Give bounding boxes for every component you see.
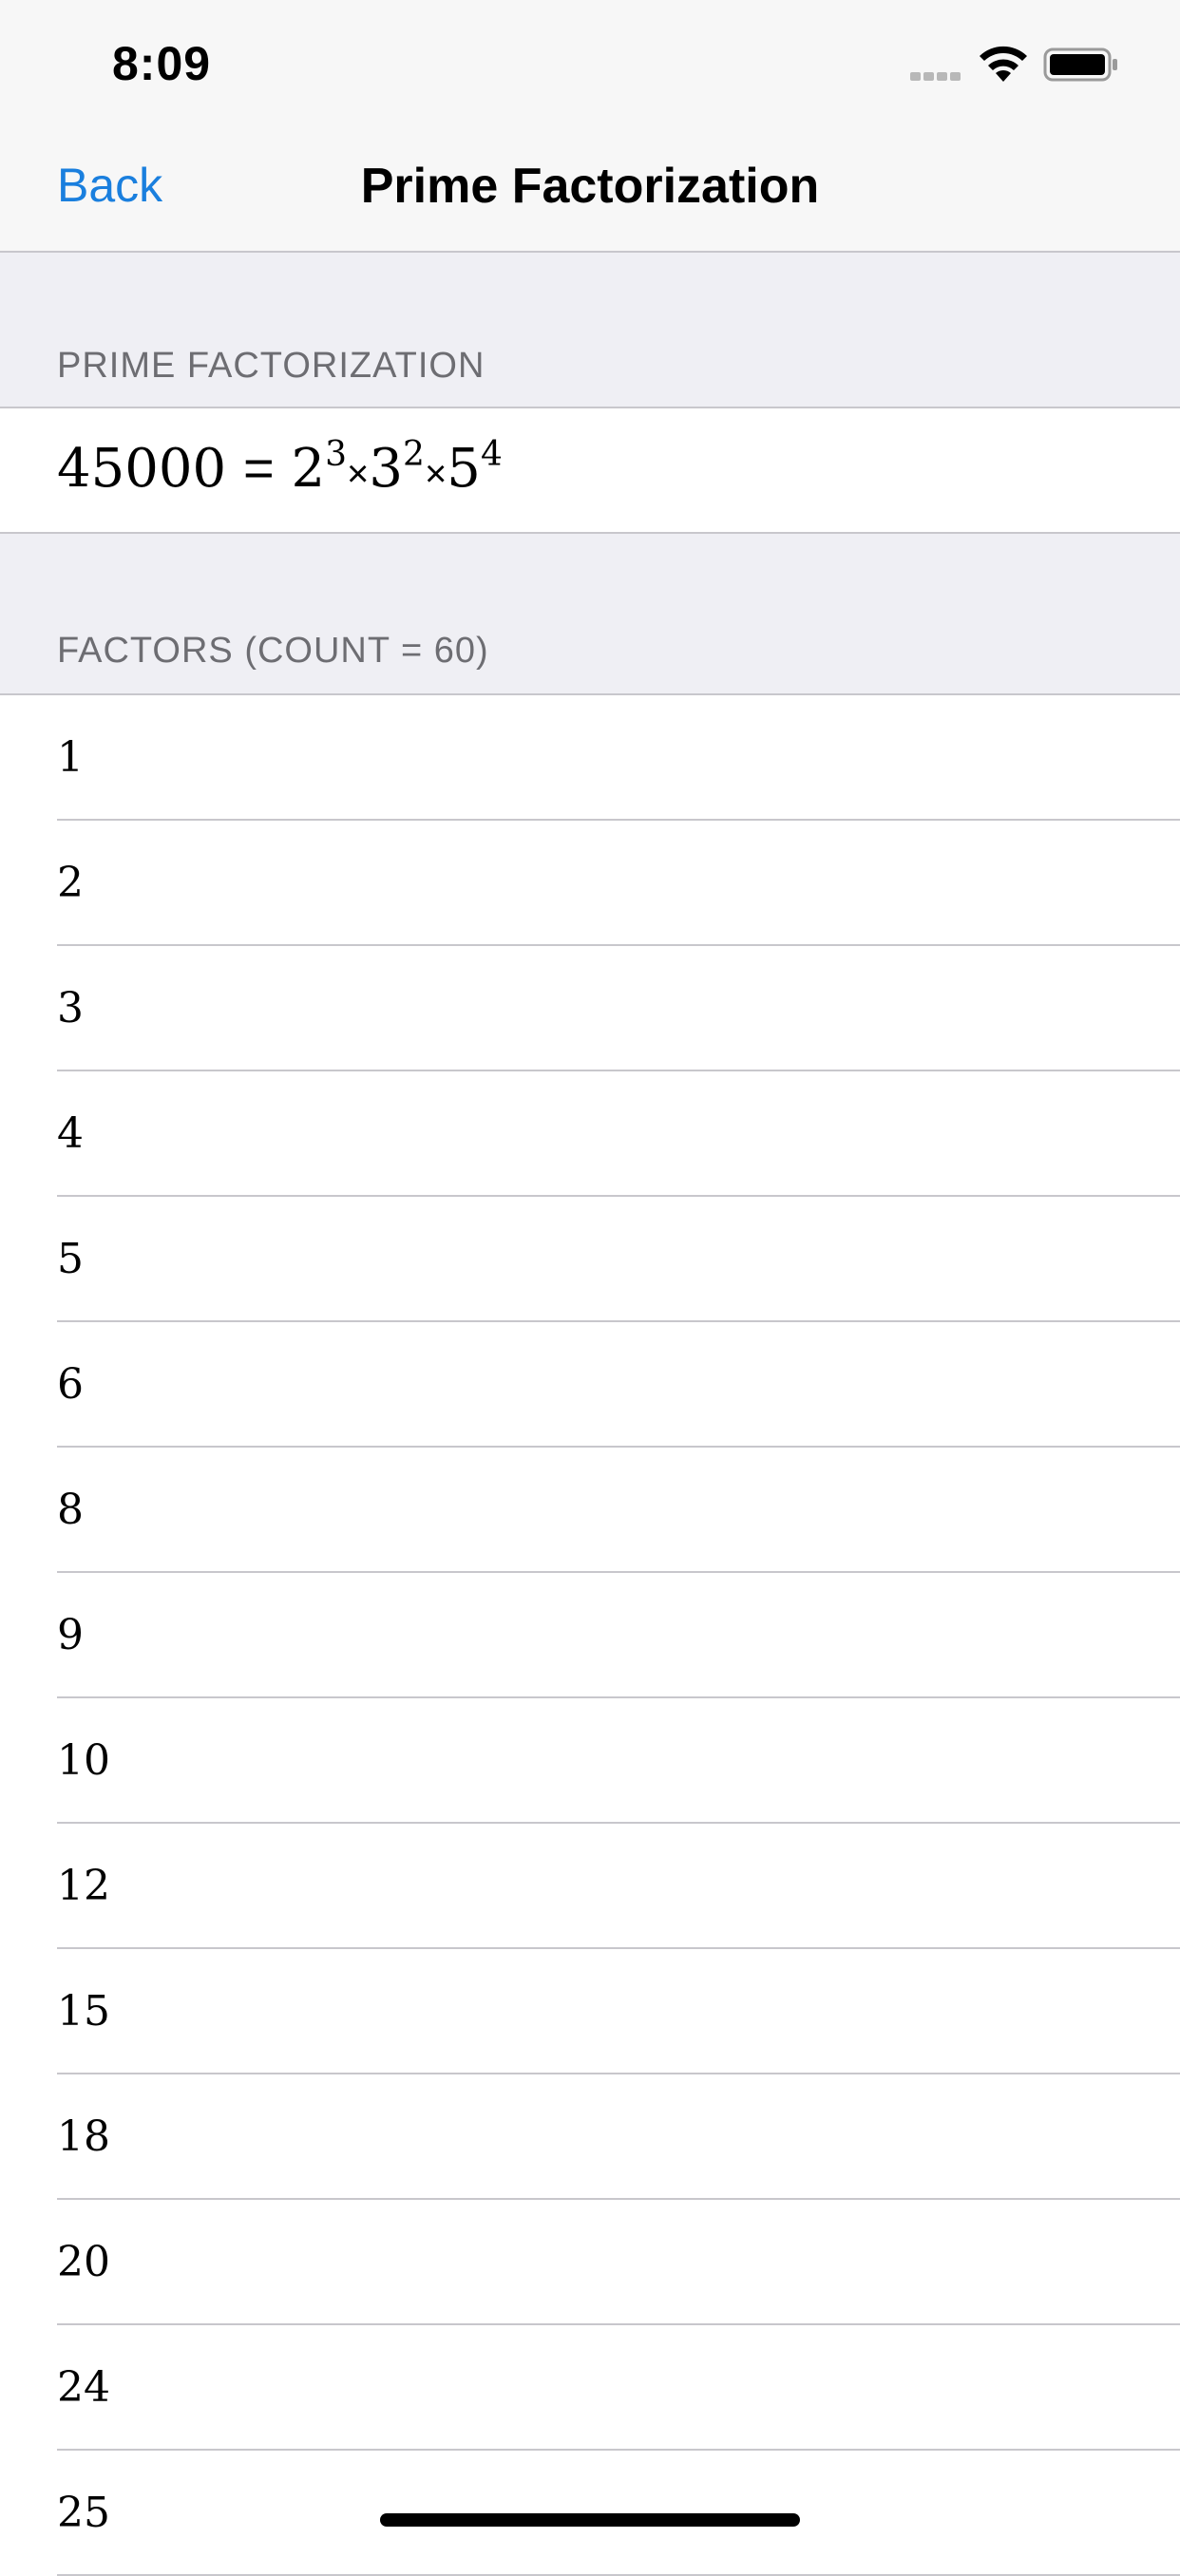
factor-value: 6 xyxy=(57,1360,84,1409)
factor-row[interactable]: 6 xyxy=(0,1322,1180,1446)
factor-value: 2 xyxy=(57,859,84,907)
factor-value: 9 xyxy=(57,1611,84,1659)
factor-value: 1 xyxy=(57,733,84,782)
factor-value: 4 xyxy=(57,1109,84,1158)
status-bar: 8:09 xyxy=(0,0,1180,125)
factor-row[interactable]: 3 xyxy=(0,946,1180,1070)
factor-row[interactable]: 9 xyxy=(0,1573,1180,1696)
factor-row[interactable]: 15 xyxy=(0,1949,1180,2073)
times-sign: × xyxy=(424,453,447,495)
factor-value: 5 xyxy=(57,1235,84,1283)
navigation-bar: Back Prime Factorization xyxy=(0,125,1180,253)
factor-row[interactable]: 2 xyxy=(0,821,1180,944)
wifi-icon xyxy=(980,46,1027,82)
prime-factorization-section-header-area: PRIME FACTORIZATION xyxy=(0,253,1180,407)
factor-value: 10 xyxy=(57,1736,110,1785)
factors-section-header-area: FACTORS (COUNT = 60) xyxy=(0,534,1180,693)
prime-base: 2 xyxy=(291,438,326,500)
prime-base: 3 xyxy=(369,438,404,500)
factor-row[interactable]: 24 xyxy=(0,2325,1180,2449)
factorization-expression: 45000 = 23×32×54 xyxy=(57,435,503,501)
prime-base: 5 xyxy=(447,438,481,500)
factor-value: 18 xyxy=(57,2112,110,2161)
factor-row[interactable]: 4 xyxy=(0,1071,1180,1195)
signal-icon xyxy=(910,68,965,81)
factorization-equals: = xyxy=(242,438,275,498)
factor-value: 24 xyxy=(57,2363,110,2412)
factor-row[interactable]: 20 xyxy=(0,2200,1180,2323)
factor-row[interactable]: 1 xyxy=(0,695,1180,819)
section-header-prime-factorization: PRIME FACTORIZATION xyxy=(57,346,485,386)
factor-row[interactable]: 5 xyxy=(0,1197,1180,1320)
page-title: Prime Factorization xyxy=(360,159,820,214)
factor-row[interactable]: 8 xyxy=(0,1448,1180,1571)
times-sign: × xyxy=(347,453,370,495)
factor-row[interactable]: 18 xyxy=(0,2074,1180,2198)
factorization-number: 45000 xyxy=(57,438,227,500)
factor-value: 12 xyxy=(57,1862,110,1910)
status-time: 8:09 xyxy=(112,37,212,90)
factor-value: 8 xyxy=(57,1486,84,1534)
factor-row[interactable]: 25 xyxy=(0,2451,1180,2574)
factor-value: 15 xyxy=(57,1987,110,2036)
prime-exponent: 4 xyxy=(480,435,503,474)
home-indicator[interactable] xyxy=(380,2513,800,2527)
prime-exponent: 2 xyxy=(403,435,425,474)
battery-icon xyxy=(1043,47,1117,82)
factor-row[interactable]: 12 xyxy=(0,1824,1180,1947)
factor-row[interactable]: 10 xyxy=(0,1698,1180,1822)
factor-value: 3 xyxy=(57,984,84,1032)
factorization-cell: 45000 = 23×32×54 xyxy=(0,408,1180,532)
factor-value: 20 xyxy=(57,2238,110,2286)
factor-value: 25 xyxy=(57,2489,110,2537)
section-header-factors: FACTORS (COUNT = 60) xyxy=(57,631,489,671)
prime-exponent: 3 xyxy=(325,435,348,474)
